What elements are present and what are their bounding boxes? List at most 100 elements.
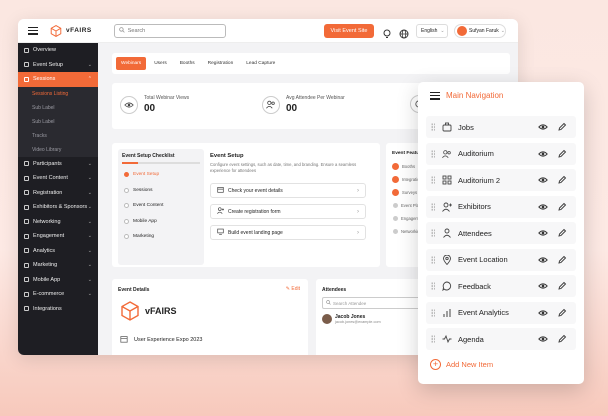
search-input[interactable] [127,27,218,34]
sidebar-item-event-content[interactable]: Event Content ⌄ [18,171,98,186]
nav-item-jobs[interactable]: Jobs [426,116,576,138]
sidebar-item-sessions[interactable]: Sessions ⌃ [18,72,98,87]
sidebar-item-participants[interactable]: Participants ⌄ [18,157,98,172]
eye-icon[interactable] [538,149,548,159]
checklist-item-label: Event Content [133,203,164,209]
checklist-item-mobile-app[interactable]: Mobile App [118,214,204,230]
sidebar-item-engagement[interactable]: Engagement ⌄ [18,229,98,244]
nav-item-auditorium-2[interactable]: Auditorium 2 [426,169,576,191]
sidebar-item-ecommerce[interactable]: E-commerce ⌄ [18,287,98,302]
search-box[interactable] [113,23,226,38]
lightbulb-icon[interactable] [382,26,392,38]
marketing-icon [24,262,29,268]
sidebar-item-analytics[interactable]: Analytics ⌄ [18,244,98,259]
drag-handle-icon[interactable] [431,149,435,158]
drag-handle-icon[interactable] [431,335,435,343]
globe-icon[interactable] [399,26,409,39]
pencil-icon[interactable] [557,281,567,291]
check-event-details-row[interactable]: Check your event details › [210,183,366,198]
sidebar-item-networking[interactable]: Networking ⌄ [18,215,98,230]
exhibitors-icon [24,204,29,210]
sidebar-item-mobile-app[interactable]: Mobile App ⌄ [18,273,98,288]
event-details-card: Event Details ✎ Edit vFAIRS User Experie… [112,279,308,355]
drag-handle-icon[interactable] [431,308,435,317]
drag-handle-icon[interactable] [431,176,435,184]
ecommerce-icon [24,291,29,297]
drag-handle-icon[interactable] [431,123,435,131]
tab-lead-capture[interactable]: Lead Capture [241,57,281,70]
pencil-icon[interactable] [557,149,567,159]
tab-registration[interactable]: Registration [202,57,239,70]
drag-handle-icon[interactable] [431,282,435,290]
nav-item-auditorium[interactable]: Auditorium [426,142,576,165]
nav-item-agenda[interactable]: Agenda [426,328,576,350]
pencil-icon[interactable] [557,202,567,212]
pencil-icon[interactable] [557,255,567,265]
visit-event-site-button[interactable]: Visit Event Site [324,24,374,38]
checklist-item-event-setup[interactable]: Event Setup [118,167,204,183]
sidebar-item-event-setup[interactable]: Event Setup ⌄ [18,58,98,73]
pencil-icon[interactable] [557,228,567,238]
eye-icon[interactable] [538,308,548,318]
mobile-app-icon [24,277,29,283]
eye-icon[interactable] [538,202,548,212]
nav-item-event-analytics[interactable]: Event Analytics [426,301,576,324]
user-menu[interactable]: Sufyan Faruk ⌄ [454,24,506,38]
tab-users[interactable]: Users [149,57,172,70]
edit-label: Edit [291,286,300,292]
create-registration-form-row[interactable]: Create registration form › [210,204,366,219]
sidebar-subitem-sessions-listing[interactable]: Sessions Listing [18,86,98,101]
drag-handle-icon[interactable] [431,202,435,211]
drag-handle-icon[interactable] [431,255,435,264]
attendee-search[interactable]: Search Attendee [322,297,422,309]
eye-icon[interactable] [538,334,548,344]
eye-icon[interactable] [538,175,548,185]
sidebar-subitem[interactable]: Sub Label [18,114,98,129]
sidebar-item-exhibitors[interactable]: Exhibitors & Sponsors ⌄ [18,200,98,215]
sidebar-item-label: Networking [33,218,61,225]
eye-icon[interactable] [538,228,548,238]
chevron-down-icon: ⌄ [500,28,505,34]
step-dot [124,187,129,193]
sidebar-item-label: Sessions [33,76,56,83]
sidebar-item-label: Event Content [33,175,68,182]
step-dot [124,234,129,240]
nav-item-feedback[interactable]: Feedback [426,275,576,297]
menu-icon[interactable] [28,26,38,35]
pencil-icon[interactable] [557,122,567,132]
stat-label: Total Webinar Views [144,95,190,101]
event-setup-description: Configure event settings, such as date, … [210,162,357,173]
sidebar-item-registration[interactable]: Registration ⌄ [18,186,98,201]
pencil-icon[interactable] [557,175,567,185]
sidebar-item-marketing[interactable]: Marketing ⌄ [18,258,98,273]
sidebar-subitem-video-library[interactable]: Video Library [18,142,98,157]
eye-icon[interactable] [538,281,548,291]
checklist-item-sessions[interactable]: Sessions [118,183,204,199]
drag-handle-icon[interactable] [431,229,435,237]
sidebar-item-integrations[interactable]: Integrations [18,302,98,317]
stat-value: 00 [286,103,298,114]
sidebar-subitem[interactable]: Sub Label [18,100,98,115]
sidebar-item-overview[interactable]: Overview [18,43,98,58]
eye-icon[interactable] [538,255,548,265]
nav-item-attendees[interactable]: Attendees [426,222,576,244]
pencil-icon[interactable] [557,334,567,344]
check-icon [392,163,399,170]
add-new-item-button[interactable]: + Add New Item [430,359,493,370]
step-dot [124,172,129,178]
tab-booths[interactable]: Booths [174,57,200,70]
row-label: Check your event details [228,187,283,194]
attendee-row[interactable]: Jacob Jones jacob.jones@example.com [322,314,381,324]
language-select[interactable]: English ⌄ [416,24,448,38]
checklist-item-marketing[interactable]: Marketing [118,229,204,245]
build-landing-page-row[interactable]: Build event landing page › [210,225,366,240]
brand-logo[interactable]: vFAIRS [50,24,92,37]
checklist-item-event-content[interactable]: Event Content [118,198,204,214]
nav-item-exhibitors[interactable]: Exhibitors [426,195,576,218]
sidebar-subitem-tracks[interactable]: Tracks [18,128,98,143]
tab-webinars[interactable]: Webinars [116,57,147,70]
nav-item-event-location[interactable]: Event Location [426,248,576,271]
pencil-icon[interactable] [557,308,567,318]
edit-button[interactable]: ✎ Edit [286,286,300,292]
eye-icon[interactable] [538,122,548,132]
